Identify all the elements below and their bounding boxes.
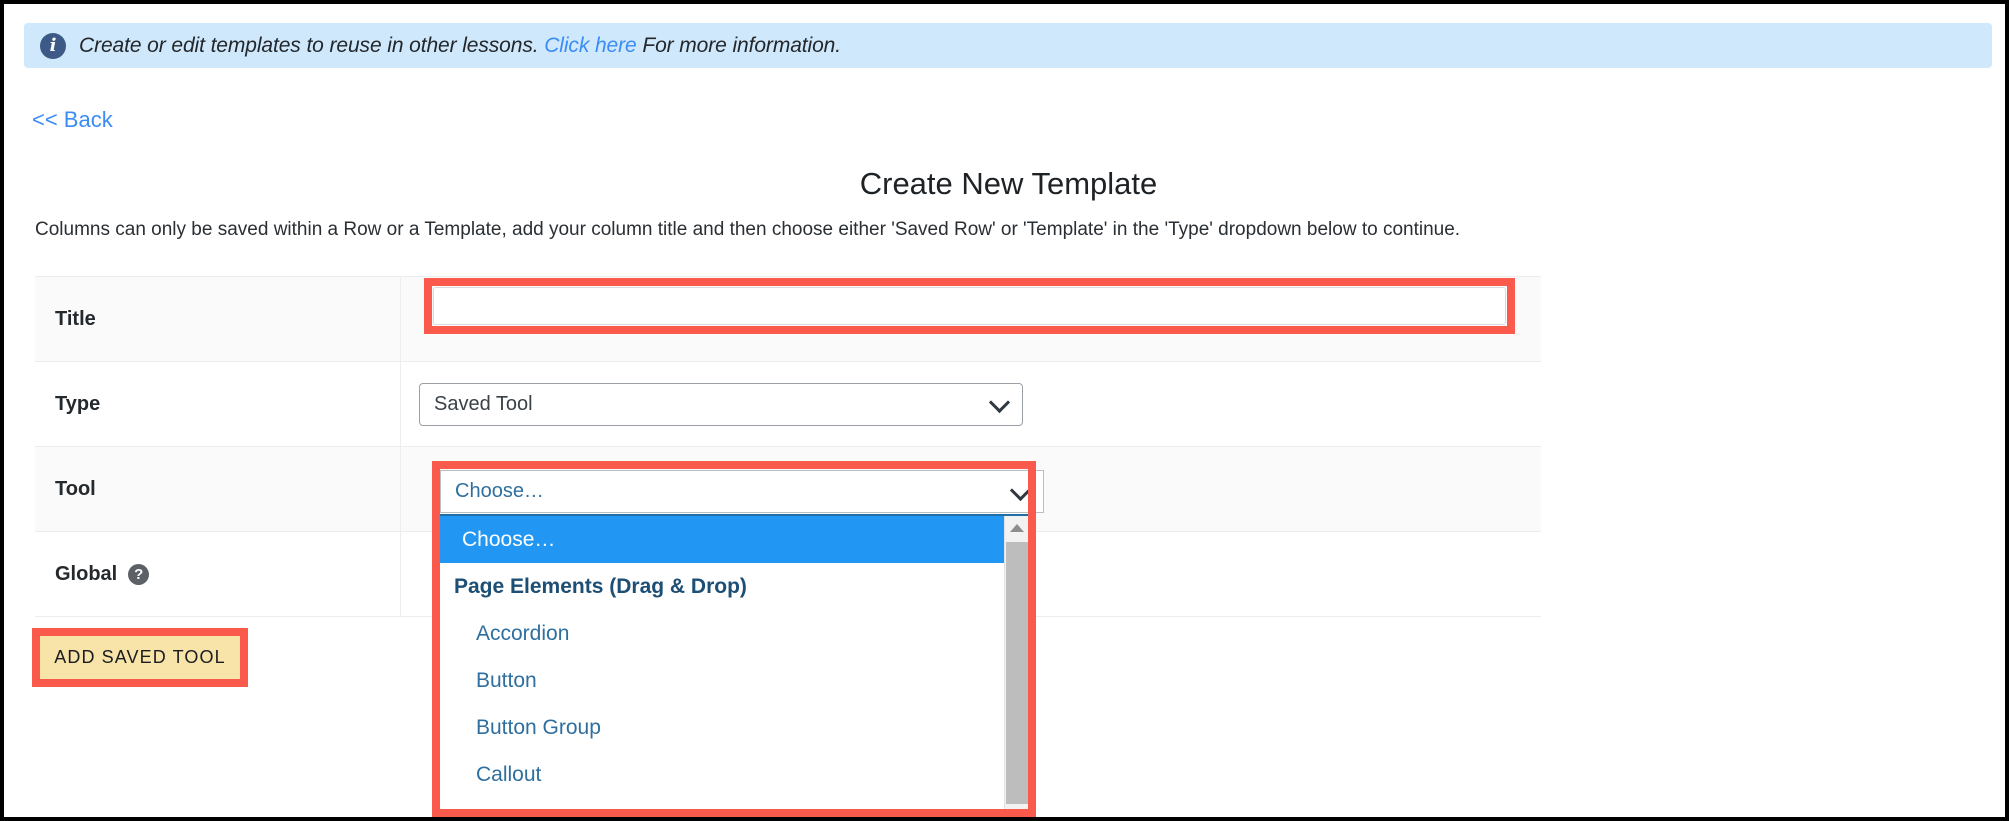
back-link[interactable]: << Back: [32, 107, 113, 133]
type-select[interactable]: Saved Tool: [419, 382, 1023, 426]
tool-select-value: Choose…: [455, 480, 544, 502]
form-row-type: Type Saved Tool: [35, 362, 1541, 447]
tool-dropdown: Choose… Choose… Page Elements (Drag & Dr…: [440, 470, 1044, 809]
chevron-down-icon: [988, 391, 1011, 414]
tool-dropdown-list[interactable]: Choose… Page Elements (Drag & Drop) Acco…: [440, 514, 1028, 809]
form-label-type: Type: [35, 362, 401, 446]
scrollbar-thumb[interactable]: [1006, 542, 1028, 804]
dropdown-option-content-slider[interactable]: Content Slider: [440, 798, 1004, 809]
tool-select-control[interactable]: Choose…: [440, 470, 1044, 513]
form-field-type: Saved Tool: [401, 362, 1541, 446]
dropdown-group-page-elements: Page Elements (Drag & Drop): [454, 574, 747, 598]
page-title: Create New Template: [859, 166, 1158, 201]
type-select-value: Saved Tool: [434, 392, 533, 415]
browser-window: i Create or edit templates to reuse in o…: [0, 0, 2009, 821]
question-mark-icon[interactable]: ?: [128, 563, 150, 585]
form-label-global: Global ?: [35, 532, 401, 616]
info-banner-text-before: Create or edit templates to reuse in oth…: [79, 33, 539, 57]
dropdown-scrollbar[interactable]: [1004, 516, 1028, 809]
dropdown-option-button[interactable]: Button: [440, 657, 1004, 704]
chevron-down-icon: [1009, 479, 1032, 501]
dropdown-option-button-group[interactable]: Button Group: [440, 704, 1004, 751]
form-label-title: Title: [35, 277, 401, 361]
caret-up-icon: [1009, 524, 1024, 532]
page-subtitle: Columns can only be saved within a Row o…: [35, 219, 1461, 240]
add-saved-tool-button[interactable]: ADD SAVED TOOL: [40, 636, 240, 679]
dropdown-option-choose[interactable]: Choose…: [440, 516, 1004, 563]
form-label-global-text: Global: [55, 562, 118, 585]
info-banner-link[interactable]: Click here: [544, 34, 636, 57]
tool-dropdown-options: Choose… Page Elements (Drag & Drop) Acco…: [440, 516, 1004, 809]
form-label-tool: Tool: [35, 447, 401, 531]
dropdown-option-callout[interactable]: Callout: [440, 751, 1004, 798]
info-banner-text: Create or edit templates to reuse in oth…: [79, 34, 841, 58]
scrollbar-up-arrow-button[interactable]: [1005, 516, 1028, 540]
info-banner: i Create or edit templates to reuse in o…: [24, 23, 1992, 68]
info-banner-text-after: For more information.: [642, 33, 841, 57]
dropdown-option-accordion[interactable]: Accordion: [440, 610, 1004, 657]
tool-select[interactable]: Choose…: [440, 470, 1044, 513]
page-canvas: i Create or edit templates to reuse in o…: [4, 4, 2005, 817]
title-input[interactable]: [433, 287, 1506, 325]
info-icon: i: [40, 32, 66, 59]
